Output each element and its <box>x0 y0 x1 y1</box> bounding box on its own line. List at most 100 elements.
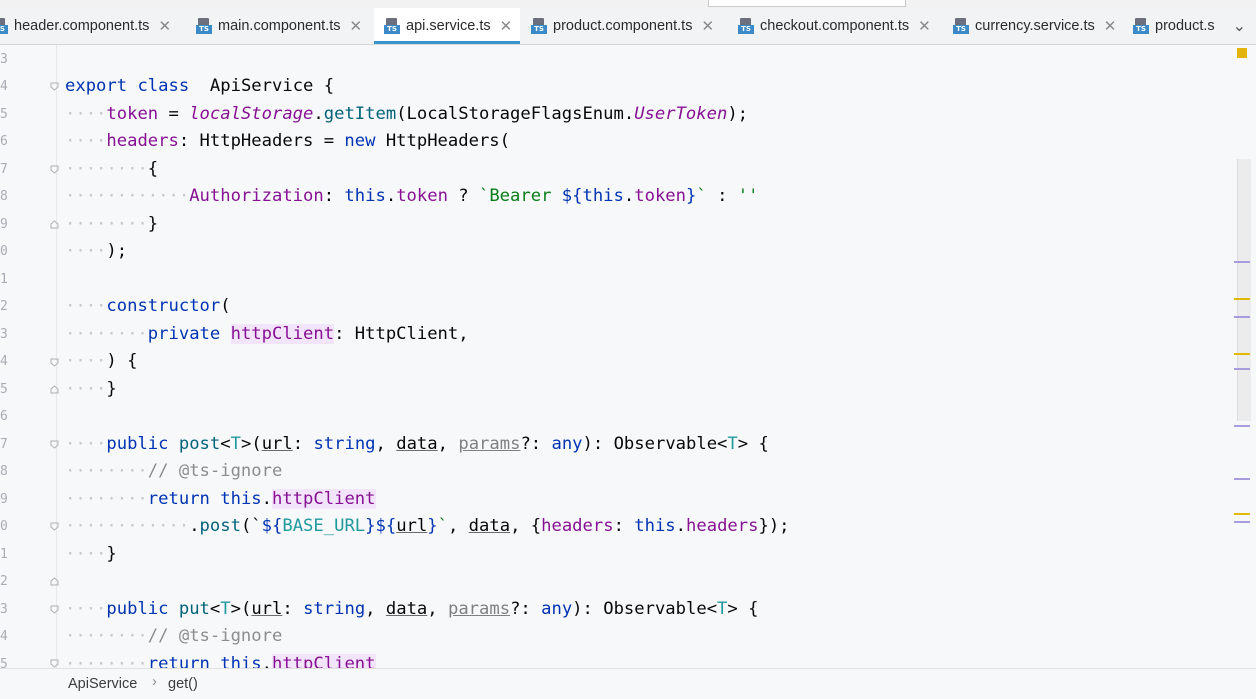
code-line: ····) { <box>65 351 138 371</box>
fold-open-icon[interactable] <box>50 165 59 174</box>
tab-label: header.component.ts <box>14 18 150 34</box>
line-number: 8 <box>0 464 8 479</box>
typescript-file-icon: TS <box>196 18 212 34</box>
code-line: ········return this.httpClient <box>65 489 376 509</box>
close-icon[interactable]: ✕ <box>158 17 171 35</box>
search-box[interactable] <box>708 0 906 7</box>
window-top-strip <box>0 0 1256 8</box>
breadcrumb-class[interactable]: ApiService <box>68 676 137 692</box>
line-number: 4 <box>0 629 8 644</box>
line-number: 5 <box>0 657 8 668</box>
fold-open-icon[interactable] <box>50 522 59 531</box>
code-line: ····); <box>65 241 128 261</box>
code-line: ····public put<T>(url: string, data, par… <box>65 599 759 619</box>
line-number: 0 <box>0 244 8 259</box>
line-number: 8 <box>0 189 8 204</box>
code-line: ····token = localStorage.getItem(LocalSt… <box>65 104 749 124</box>
line-number: 1 <box>0 272 8 287</box>
code-editor[interactable]: 3 4 5 6 7 8 9 0 1 2 3 4 5 6 7 8 9 0 1 2 … <box>0 45 1256 668</box>
fold-close-icon[interactable] <box>50 577 59 586</box>
breadcrumb-method[interactable]: get() <box>168 676 198 692</box>
line-number: 9 <box>0 492 8 507</box>
usage-marker[interactable] <box>1234 316 1250 318</box>
typescript-file-icon: TS <box>953 18 969 34</box>
close-icon[interactable]: ✕ <box>701 17 714 35</box>
breadcrumb-separator: › <box>152 674 157 690</box>
line-number: 7 <box>0 162 8 177</box>
line-number: 6 <box>0 409 8 424</box>
fold-close-icon[interactable] <box>50 220 59 229</box>
line-number: 2 <box>0 574 8 589</box>
close-icon[interactable]: ✕ <box>918 17 931 35</box>
tab-product-service[interactable]: TS product.s <box>1133 8 1217 44</box>
fold-open-icon[interactable] <box>50 605 59 614</box>
warning-marker[interactable] <box>1234 513 1250 515</box>
vertical-scrollbar[interactable] <box>1237 159 1251 421</box>
tab-label: product.component.ts <box>553 18 693 34</box>
fold-open-icon[interactable] <box>50 82 59 91</box>
code-line: export class ApiService { <box>65 76 335 96</box>
warning-marker[interactable] <box>1234 353 1250 355</box>
line-number: 4 <box>0 354 8 369</box>
warning-status-icon[interactable] <box>1237 48 1247 58</box>
code-line: ········// @ts-ignore <box>65 626 283 646</box>
code-line: ····} <box>65 544 117 564</box>
line-number: 3 <box>0 52 8 67</box>
fold-open-icon[interactable] <box>50 440 59 449</box>
code-line: ····} <box>65 379 117 399</box>
usage-marker[interactable] <box>1234 521 1250 523</box>
close-icon[interactable]: ✕ <box>350 17 363 35</box>
fold-close-icon[interactable] <box>50 385 59 394</box>
tab-label: checkout.component.ts <box>760 18 910 34</box>
code-line: ····public post<T>(url: string, data, pa… <box>65 434 769 454</box>
tab-api-service[interactable]: TS api.service.ts ✕ <box>374 8 521 44</box>
line-number: 5 <box>0 382 8 397</box>
tab-main-component[interactable]: TS main.component.ts ✕ <box>196 8 362 44</box>
line-number: 7 <box>0 437 8 452</box>
line-number: 3 <box>0 602 8 617</box>
tab-product-component[interactable]: TS product.component.ts ✕ <box>531 8 714 44</box>
typescript-file-icon: TS <box>738 18 754 34</box>
chevron-down-icon[interactable]: ⌄ <box>1233 8 1246 44</box>
code-line: ············Authorization: this.token ? … <box>65 186 759 206</box>
typescript-file-icon: TS <box>0 18 8 34</box>
editor-tab-bar: TS header.component.ts ✕ TS main.compone… <box>0 8 1256 45</box>
usage-marker[interactable] <box>1234 478 1250 480</box>
line-number: 0 <box>0 519 8 534</box>
code-line: ········private httpClient: HttpClient, <box>65 324 469 344</box>
tab-header-component[interactable]: TS header.component.ts ✕ <box>0 8 171 44</box>
usage-marker[interactable] <box>1234 425 1250 427</box>
line-number: 3 <box>0 327 8 342</box>
tab-currency-service[interactable]: TS currency.service.ts ✕ <box>953 8 1116 44</box>
code-line: ····headers: HttpHeaders = new HttpHeade… <box>65 131 510 151</box>
code-line: ········{ <box>65 159 159 179</box>
line-number: 2 <box>0 299 8 314</box>
tab-label: currency.service.ts <box>975 18 1095 34</box>
warning-marker[interactable] <box>1234 298 1250 300</box>
close-icon[interactable]: ✕ <box>500 17 513 35</box>
typescript-file-icon: TS <box>384 18 400 34</box>
fold-open-icon[interactable] <box>50 659 59 668</box>
fold-open-icon[interactable] <box>50 358 59 367</box>
close-icon[interactable]: ✕ <box>1104 17 1117 35</box>
tab-checkout-component[interactable]: TS checkout.component.ts ✕ <box>738 8 931 44</box>
tab-label: api.service.ts <box>406 18 491 34</box>
breadcrumb: ApiService › get() <box>0 668 1256 699</box>
typescript-file-icon: TS <box>531 18 547 34</box>
code-line: ····constructor( <box>65 296 231 316</box>
code-line: ············.post(`${BASE_URL}${url}`, d… <box>65 516 790 536</box>
line-number: 9 <box>0 217 8 232</box>
code-line: ········// @ts-ignore <box>65 461 283 481</box>
tab-label: product.s <box>1155 18 1215 34</box>
tab-label: main.component.ts <box>218 18 341 34</box>
line-number: 5 <box>0 107 8 122</box>
line-number: 4 <box>0 79 8 94</box>
typescript-file-icon: TS <box>1133 18 1149 34</box>
usage-marker[interactable] <box>1234 368 1250 370</box>
line-number: 6 <box>0 134 8 149</box>
line-number: 1 <box>0 547 8 562</box>
usage-marker[interactable] <box>1234 261 1250 263</box>
code-line: ········} <box>65 214 159 234</box>
gutter-divider <box>56 45 57 668</box>
code-line: ········return this.httpClient <box>65 651 376 668</box>
